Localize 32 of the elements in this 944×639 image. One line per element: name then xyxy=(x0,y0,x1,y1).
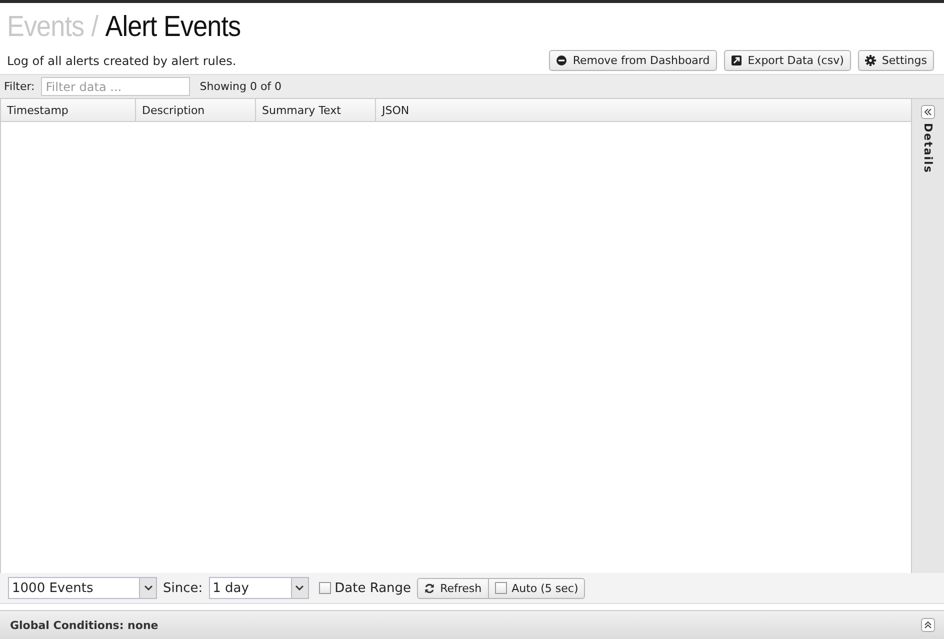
event-limit-dropdown[interactable]: 1000 Events xyxy=(8,577,157,599)
global-conditions: Global Conditions: none xyxy=(10,618,158,632)
refresh-icon xyxy=(424,582,436,594)
refresh-button[interactable]: Refresh xyxy=(417,578,489,598)
since-dropdown[interactable]: 1 day xyxy=(208,577,309,599)
row-count: Showing 0 of 0 xyxy=(200,80,282,93)
export-button[interactable]: Export Data (csv) xyxy=(724,50,851,71)
remove-button[interactable]: Remove from Dashboard xyxy=(548,50,717,71)
double-chevron-left-icon xyxy=(924,108,932,116)
external-link-icon xyxy=(730,55,742,66)
checkbox[interactable] xyxy=(318,582,331,594)
auto-refresh-button[interactable]: Auto (5 sec) xyxy=(488,578,586,598)
expand-button[interactable] xyxy=(921,618,935,632)
filter-label: Filter: xyxy=(4,80,35,93)
page-title: Alert Events xyxy=(105,10,241,44)
minus-circle-icon xyxy=(556,55,567,66)
caret-down-icon xyxy=(144,585,152,591)
details-panel-tab[interactable]: Details xyxy=(922,123,934,174)
settings-button[interactable]: Settings xyxy=(858,50,934,71)
collapse-button[interactable] xyxy=(921,105,935,119)
date-range-label: Date Range xyxy=(334,580,412,596)
page-description: Log of all alerts created by alert rules. xyxy=(7,54,236,68)
settings-icon xyxy=(864,55,876,66)
breadcrumb-separator: / xyxy=(91,10,98,44)
column-header[interactable]: JSON xyxy=(376,99,911,121)
column-header[interactable]: Description xyxy=(136,99,256,121)
column-header[interactable]: Summary Text xyxy=(256,99,376,121)
since-label: Since: xyxy=(163,580,203,596)
double-chevron-up-icon xyxy=(924,621,932,629)
filter-field[interactable]: Filter data ... xyxy=(40,77,190,96)
caret-down-icon xyxy=(295,585,304,591)
column-header[interactable]: Timestamp xyxy=(1,99,136,121)
